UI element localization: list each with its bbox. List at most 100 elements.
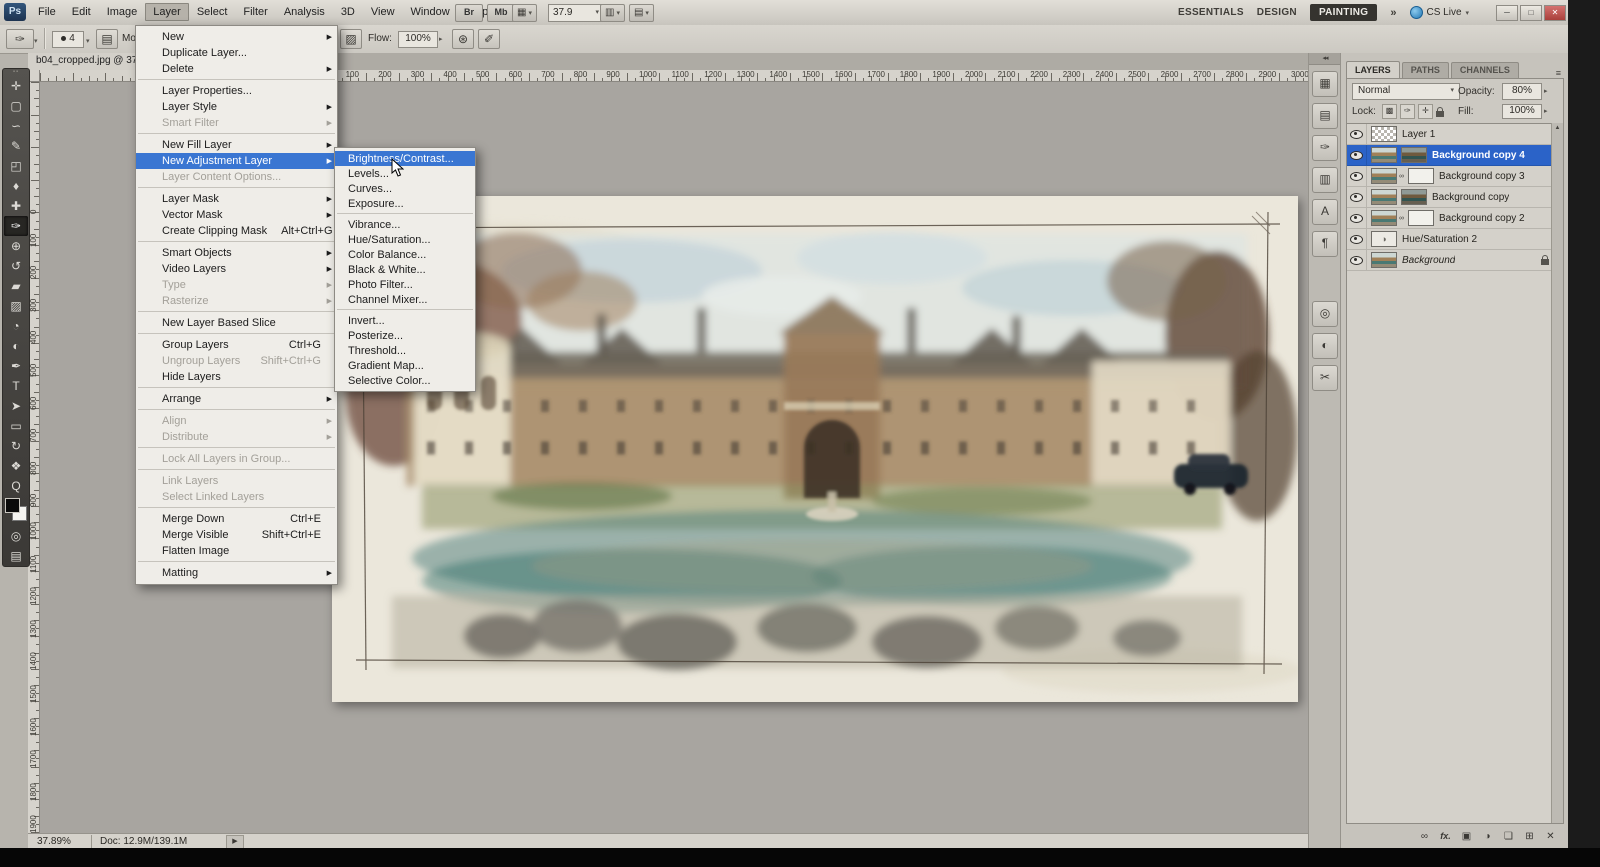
eraser-tool[interactable]: ▰ (4, 276, 28, 296)
menu-3d[interactable]: 3D (333, 3, 363, 21)
spinner-arrow-icon[interactable]: ▸ (1544, 87, 1548, 95)
layer-menu-item-layer-style[interactable]: Layer Style ▶ (136, 99, 337, 115)
layer-thumbnail[interactable] (1371, 189, 1397, 205)
new-layer-icon[interactable]: ⊞ (1521, 829, 1538, 844)
submenu-item-selective-color[interactable]: Selective Color... (335, 373, 475, 388)
gradient-tool[interactable]: ▨ (4, 296, 28, 316)
clone-stamp-tool[interactable]: ⊕ (4, 236, 28, 256)
layer-menu-item-merge-visible[interactable]: Merge Visible Shift+Ctrl+E (136, 527, 337, 543)
layer-row-hue-saturation-2[interactable]: ◑ Hue/Saturation 2 (1347, 229, 1563, 250)
layer-row-background-copy-2[interactable]: ∞ Background copy 2 (1347, 208, 1563, 229)
swatches-panel-icon[interactable]: ▥ (1312, 167, 1338, 193)
brush-tool[interactable]: ✑ (4, 216, 28, 236)
layer-visibility-toggle[interactable] (1347, 208, 1367, 228)
layer-menu-item-vector-mask[interactable]: Vector Mask ▶ (136, 207, 337, 223)
mini-bridge-panel-icon[interactable]: ▦ (1312, 71, 1338, 97)
submenu-item-posterize[interactable]: Posterize... (335, 328, 475, 343)
layer-mask-thumbnail[interactable] (1401, 189, 1427, 205)
lock-all-icon[interactable] (1436, 106, 1444, 117)
layer-thumbnail[interactable] (1371, 126, 1397, 142)
submenu-item-hue-saturation[interactable]: Hue/Saturation... (335, 232, 475, 247)
toggle-brush-panel-button[interactable]: ▤ (96, 29, 118, 49)
workspace-design[interactable]: DESIGN (1257, 7, 1297, 18)
submenu-item-brightness-contrast[interactable]: Brightness/Contrast... (335, 151, 475, 166)
layer-visibility-toggle[interactable] (1347, 166, 1367, 186)
layer-menu-item-new[interactable]: New ▶ (136, 29, 337, 45)
shape-tool[interactable]: ▭ (4, 416, 28, 436)
layer-thumbnail[interactable]: ◑ (1371, 231, 1397, 247)
menu-view[interactable]: View (363, 3, 403, 21)
submenu-item-threshold[interactable]: Threshold... (335, 343, 475, 358)
hand-tool[interactable]: ❖ (4, 456, 28, 476)
layer-visibility-toggle[interactable] (1347, 229, 1367, 249)
layer-visibility-toggle[interactable] (1347, 124, 1367, 144)
bridge-button[interactable]: Br (455, 4, 483, 22)
minimize-button[interactable]: ─ (1496, 5, 1518, 21)
menu-analysis[interactable]: Analysis (276, 3, 333, 21)
screen-mode-toggle[interactable]: ▤ (4, 546, 28, 566)
layer-row-layer-1[interactable]: Layer 1 (1347, 124, 1563, 145)
adjustments-panel-icon[interactable]: ◐ (1312, 333, 1338, 359)
panel-menu-icon[interactable]: ≡ (1553, 68, 1564, 78)
layer-menu-item-duplicate-layer[interactable]: Duplicate Layer... (136, 45, 337, 61)
quick-selection-tool[interactable]: ✎ (4, 136, 28, 156)
layer-visibility-toggle[interactable] (1347, 145, 1367, 165)
lock-pixels-icon[interactable]: ✑ (1400, 104, 1415, 119)
zoom-tool[interactable]: Q (4, 476, 28, 496)
menu-edit[interactable]: Edit (64, 3, 99, 21)
layer-menu-item-matting[interactable]: Matting ▶ (136, 565, 337, 581)
layer-visibility-toggle[interactable] (1347, 187, 1367, 207)
layer-mask-thumbnail[interactable] (1401, 147, 1427, 163)
layer-menu-item-group-layers[interactable]: Group Layers Ctrl+G (136, 337, 337, 353)
layer-thumbnail[interactable] (1371, 147, 1397, 163)
mini-bridge-button[interactable]: Mb (487, 4, 515, 22)
scroll-up-icon[interactable]: ▲ (1555, 125, 1561, 131)
layer-menu-item-smart-objects[interactable]: Smart Objects ▶ (136, 245, 337, 261)
cs-live-button[interactable]: CS Live ▾ (1409, 6, 1469, 19)
clone-source-panel-icon[interactable]: ✂ (1312, 365, 1338, 391)
new-group-icon[interactable]: ❏ (1500, 829, 1517, 844)
tab-layers[interactable]: LAYERS (1346, 61, 1400, 78)
path-selection-tool[interactable]: ➤ (4, 396, 28, 416)
dodge-tool[interactable]: ◐ (4, 336, 28, 356)
layer-row-background-copy-3[interactable]: ∞ Background copy 3 (1347, 166, 1563, 187)
layer-mask-thumbnail[interactable] (1408, 210, 1434, 226)
move-tool[interactable]: ✛ (4, 76, 28, 96)
layer-row-background[interactable]: Background (1347, 250, 1563, 271)
tablet-pressure-button[interactable]: ✐ (478, 29, 500, 49)
submenu-item-invert[interactable]: Invert... (335, 313, 475, 328)
layer-menu-item-layer-mask[interactable]: Layer Mask ▶ (136, 191, 337, 207)
quick-mask-toggle[interactable]: ◎ (4, 526, 28, 546)
panel-grip[interactable]: ▪▪ (3, 69, 29, 76)
layer-thumbnail[interactable] (1371, 210, 1397, 226)
spinner-arrow-icon[interactable]: ▸ (1544, 107, 1548, 115)
link-layers-icon[interactable]: ∞ (1416, 829, 1433, 844)
menu-select[interactable]: Select (189, 3, 236, 21)
lock-position-icon[interactable]: ✛ (1418, 104, 1433, 119)
foreground-color-swatch[interactable] (5, 498, 20, 513)
submenu-item-photo-filter[interactable]: Photo Filter... (335, 277, 475, 292)
layer-menu-item-video-layers[interactable]: Video Layers ▶ (136, 261, 337, 277)
layer-row-background-copy[interactable]: Background copy (1347, 187, 1563, 208)
layer-row-background-copy-4[interactable]: Background copy 4 (1347, 145, 1563, 166)
layer-menu-item-merge-down[interactable]: Merge Down Ctrl+E (136, 511, 337, 527)
flow-value-field[interactable]: 100% (398, 31, 438, 48)
layer-list-scrollbar[interactable]: ▲ (1551, 123, 1563, 823)
workspace-overflow-button[interactable]: » (1390, 7, 1396, 19)
layer-menu-item-new-fill-layer[interactable]: New Fill Layer ▶ (136, 137, 337, 153)
crop-tool[interactable]: ◰ (4, 156, 28, 176)
close-button[interactable]: ✕ (1544, 5, 1566, 21)
menu-filter[interactable]: Filter (235, 3, 275, 21)
blur-tool[interactable]: ◔ (4, 316, 28, 336)
submenu-item-vibrance[interactable]: Vibrance... (335, 217, 475, 232)
menu-file[interactable]: File (30, 3, 64, 21)
layer-menu-item-delete[interactable]: Delete ▶ (136, 61, 337, 77)
workspace-essentials[interactable]: ESSENTIALS (1178, 7, 1244, 18)
layer-mask-thumbnail[interactable] (1408, 168, 1434, 184)
healing-brush-tool[interactable]: ✚ (4, 196, 28, 216)
marquee-tool[interactable]: ▢ (4, 96, 28, 116)
fill-value-field[interactable]: 100% (1502, 104, 1542, 119)
pen-tool[interactable]: ✒ (4, 356, 28, 376)
tool-preset-picker[interactable]: ✑ (6, 29, 34, 49)
3d-rotate-tool[interactable]: ↻ (4, 436, 28, 456)
